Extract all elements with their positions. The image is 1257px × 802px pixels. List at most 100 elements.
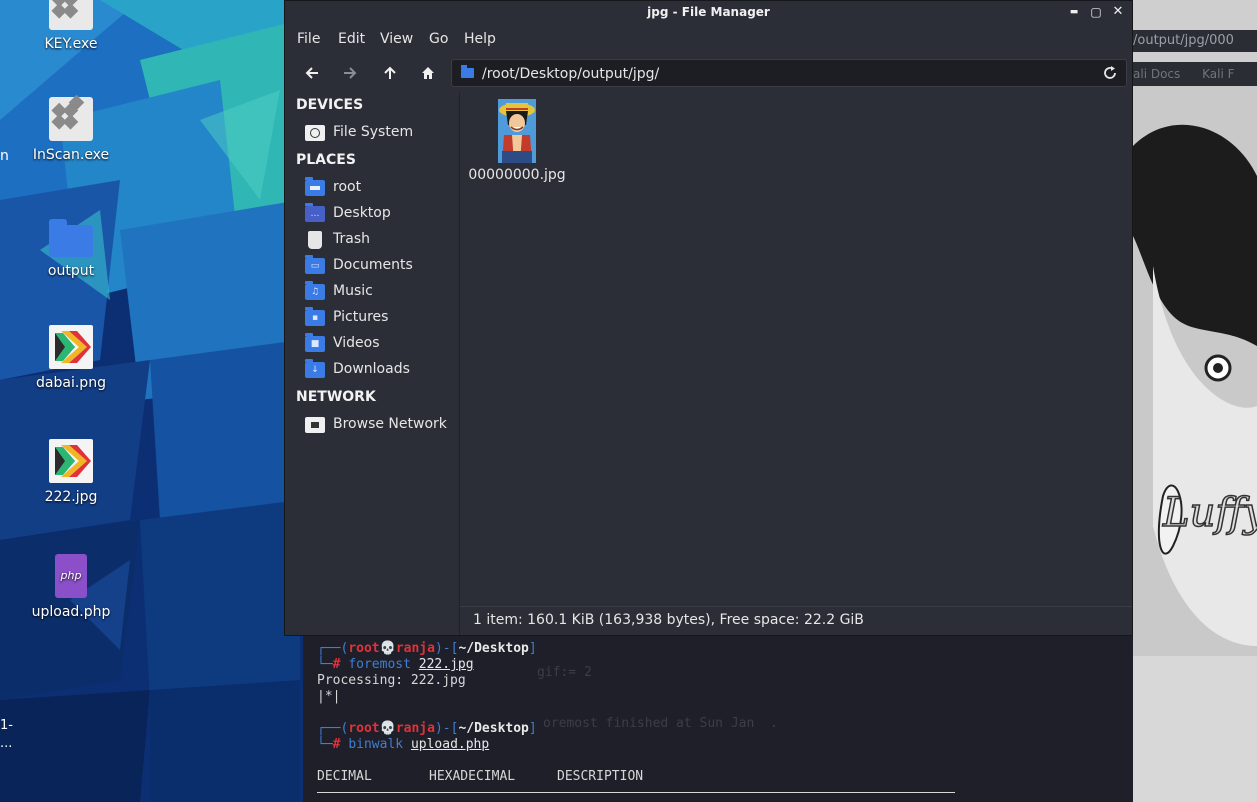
maximize-button[interactable]: ▢ [1088, 4, 1104, 20]
sidebar-item-label: Desktop [333, 205, 391, 221]
location-bar[interactable] [451, 59, 1127, 87]
status-bar: 1 item: 160.1 KiB (163,938 bytes), Free … [460, 606, 1132, 636]
reload-icon[interactable] [1102, 65, 1118, 81]
desktop-folder-icon: … [305, 203, 325, 222]
sidebar-item-label: Videos [333, 335, 380, 351]
folder-icon [49, 219, 93, 257]
desktop-edge-fragment-top: n [0, 148, 9, 164]
desktop-icon-upload-php[interactable]: php upload.php [16, 554, 126, 620]
prompt-host: ranja [395, 721, 435, 736]
terminal-output-line: |*| [317, 689, 341, 704]
desktop-icon-inscan-exe[interactable]: InScan.exe [16, 97, 126, 163]
desktop-icon-label: KEY.exe [44, 36, 98, 52]
sidebar-item-desktop[interactable]: … Desktop [305, 203, 455, 227]
trash-icon [308, 231, 322, 249]
terminal-command: foremost [348, 657, 411, 672]
prompt-host: ranja [395, 641, 435, 656]
sidebar: DEVICES File System PLACES root … Deskto… [285, 93, 460, 635]
prompt-dir: ~/Desktop [458, 641, 529, 656]
desktop-icon-222-jpg[interactable]: 222.jpg [16, 439, 126, 505]
documents-folder-icon: ▭ [305, 255, 325, 274]
location-input[interactable] [480, 63, 1084, 85]
menu-view[interactable]: View [380, 31, 413, 47]
desktop-edge-fragment-bottom: 1- [0, 718, 13, 733]
sidebar-item-music[interactable]: ♫ Music [305, 281, 455, 305]
sidebar-item-downloads[interactable]: ↓ Downloads [305, 359, 455, 383]
arrow-up-icon [384, 66, 396, 79]
sidebar-item-videos[interactable]: ■ Videos [305, 333, 455, 357]
back-button[interactable] [298, 60, 326, 86]
sidebar-item-label: File System [333, 124, 414, 140]
sidebar-item-label: Documents [333, 257, 413, 273]
desktop-icon-label: output [47, 263, 95, 279]
minimize-button[interactable]: ▬ [1066, 4, 1082, 20]
terminal-background-text: gif:= 2 [537, 665, 592, 680]
menu-help[interactable]: Help [464, 31, 496, 47]
terminal-header-decimal: DECIMAL [317, 769, 372, 784]
menu-file[interactable]: File [297, 31, 320, 47]
folder-icon [461, 65, 474, 78]
desktop-edge-fragment-bottom-2: ... [0, 736, 13, 751]
window-titlebar[interactable]: jpg - File Manager ▬ ▢ ✕ [285, 1, 1132, 25]
desktop-icon-label: InScan.exe [32, 147, 110, 163]
terminal-command-line: └─# binwalk upload.php [317, 737, 490, 752]
desktop-icon-dabai-png[interactable]: dabai.png [16, 325, 126, 391]
desktop-icon-key-exe[interactable]: KEY.exe [16, 0, 126, 52]
exe-icon [49, 97, 93, 141]
terminal-separator [317, 792, 955, 793]
file-name: 00000000.jpg [468, 167, 566, 183]
parent-folder-button[interactable] [376, 60, 404, 86]
sidebar-heading-devices: DEVICES [296, 97, 364, 113]
sidebar-item-documents[interactable]: ▭ Documents [305, 255, 455, 279]
prompt-dir: ~/Desktop [458, 721, 529, 736]
terminal-command-line: └─# foremost 222.jpg [317, 657, 474, 672]
sidebar-item-label: Pictures [333, 309, 389, 325]
sidebar-heading-places: PLACES [296, 152, 356, 168]
terminal-output-line: Processing: 222.jpg [317, 673, 466, 688]
close-button[interactable]: ✕ [1110, 4, 1126, 20]
desktop-icon-label: upload.php [31, 604, 111, 620]
file-manager-window: jpg - File Manager ▬ ▢ ✕ File Edit View … [284, 0, 1133, 636]
sidebar-item-trash[interactable]: Trash [305, 229, 455, 253]
desktop-icon-output-folder[interactable]: output [16, 213, 126, 279]
image-icon [49, 325, 93, 369]
prompt-user: root [348, 641, 380, 656]
file-view[interactable]: 00000000.jpg [460, 93, 1132, 606]
sidebar-item-label: Browse Network [333, 416, 447, 432]
terminal-header-description: DESCRIPTION [557, 769, 644, 784]
home-button[interactable] [414, 60, 442, 86]
sidebar-item-file-system[interactable]: File System [305, 122, 455, 146]
downloads-folder-icon: ↓ [305, 359, 325, 378]
arrow-right-icon [344, 67, 357, 79]
sidebar-item-root[interactable]: root [305, 177, 455, 201]
background-browser-window: /output/jpg/000 ali Docs Kali F Luffy [1133, 0, 1257, 802]
terminal-prompt: ┌──(root💀ranja)-[~/Desktop] [317, 641, 537, 656]
prompt-user: root [348, 721, 380, 736]
menu-edit[interactable]: Edit [338, 31, 365, 47]
sidebar-item-label: root [333, 179, 362, 195]
terminal-header-hex: HEXADECIMAL [429, 769, 516, 784]
image-thumbnail [498, 99, 536, 163]
sidebar-item-label: Trash [333, 231, 370, 247]
home-icon [422, 67, 434, 79]
home-folder-icon [305, 177, 325, 196]
terminal-background-text: oremost finished at Sun Jan . [543, 716, 778, 731]
terminal-command-arg: 222.jpg [418, 657, 474, 672]
terminal-window[interactable]: gif:= 2 oremost finished at Sun Jan . ┌─… [303, 636, 1133, 802]
terminal-command-arg: upload.php [410, 737, 490, 752]
luffy-wallpaper-art: Luffy [1133, 86, 1257, 802]
background-address-bar: /output/jpg/000 [1133, 30, 1257, 52]
sidebar-item-browse-network[interactable]: Browse Network [305, 414, 455, 438]
window-title: jpg - File Manager [647, 5, 770, 19]
file-item[interactable]: 00000000.jpg [466, 99, 568, 183]
php-icon: php [55, 554, 87, 598]
background-bookmarks-bar: ali Docs Kali F [1133, 62, 1257, 86]
network-icon [305, 417, 325, 433]
sidebar-item-pictures[interactable]: ▪ Pictures [305, 307, 455, 331]
forward-button[interactable] [336, 60, 364, 86]
menu-go[interactable]: Go [429, 31, 448, 47]
arrow-left-icon [305, 67, 318, 79]
music-folder-icon: ♫ [305, 281, 325, 300]
background-bookmark: ali Docs [1133, 67, 1181, 81]
desktop-icon-label: dabai.png [36, 375, 106, 391]
